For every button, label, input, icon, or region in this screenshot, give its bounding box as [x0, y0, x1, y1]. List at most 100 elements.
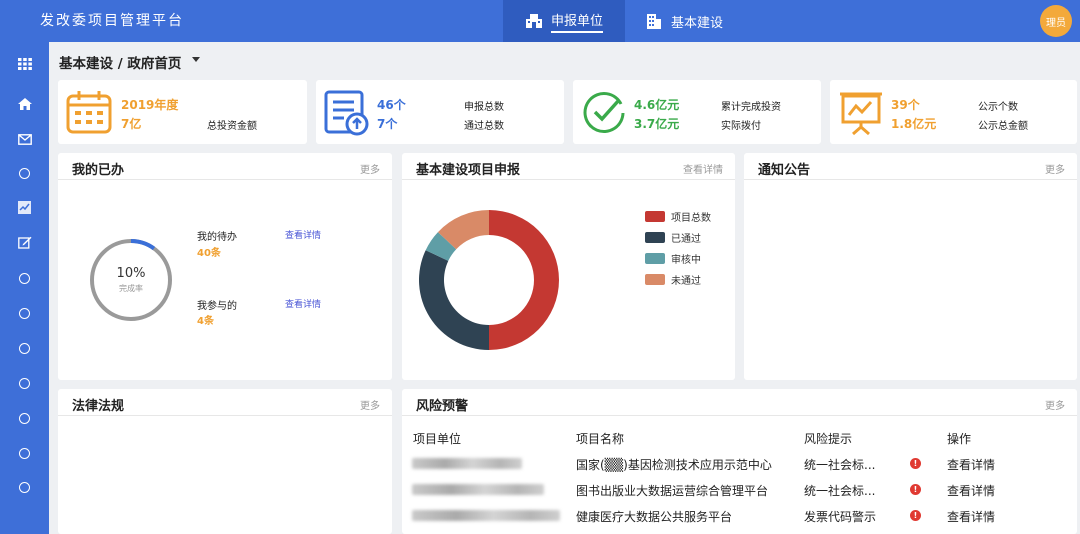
circle-icon — [19, 377, 30, 389]
edit-icon — [17, 234, 32, 253]
circle-icon — [19, 412, 30, 424]
top-bar: 发改委项目管理平台 申报单位 基本建设 理员 — [0, 0, 1080, 42]
stat-card-applications: 46个 7个 申报总数 通过总数 — [316, 80, 564, 144]
panel-title: 法律法规 — [72, 399, 125, 414]
involved-label: 我参与的 — [197, 301, 237, 312]
stat-label-2: 实际拨付 — [721, 121, 761, 132]
view-detail-link[interactable]: 查看详情 — [947, 508, 995, 525]
sidebar-item-circle-6[interactable] — [0, 401, 49, 435]
avatar[interactable]: 理员 — [1040, 5, 1072, 37]
legend-item[interactable]: 已通过 — [645, 230, 701, 245]
donut-slice-1[interactable] — [489, 210, 559, 350]
todo-label: 我的待办 — [197, 232, 237, 243]
risk-hint: 发票代码警示 — [804, 510, 877, 524]
warning-icon: ! — [910, 458, 921, 469]
sidebar-item-circle-4[interactable] — [0, 331, 49, 365]
legend-item[interactable]: 未通过 — [645, 272, 701, 287]
stat-value-2: 7个 — [377, 117, 398, 131]
legend-swatch — [645, 274, 665, 285]
column-header: 项目单位 — [413, 432, 462, 446]
sidebar-item-circle-7[interactable] — [0, 436, 49, 470]
sidebar-item-apps[interactable] — [0, 47, 49, 81]
sidebar-item-mail[interactable] — [0, 122, 49, 156]
more-link[interactable]: 更多 — [1045, 161, 1065, 176]
involved-detail-link[interactable]: 查看详情 — [285, 297, 321, 310]
presentation-chart-icon — [838, 90, 884, 140]
legend-swatch — [645, 232, 665, 243]
circle-icon — [19, 447, 30, 459]
chart-icon — [18, 199, 31, 218]
legend-item[interactable]: 项目总数 — [645, 209, 711, 224]
stat-label-2: 通过总数 — [464, 121, 504, 132]
stat-card-funds: 4.6亿元 3.7亿元 累计完成投资 实际拨付 — [573, 80, 821, 144]
legend-item[interactable]: 审核中 — [645, 251, 701, 266]
project-name: 国家(▒▒)基因检测技术应用示范中心 — [576, 458, 772, 472]
divider — [58, 179, 392, 180]
stat-value-2: 3.7亿元 — [634, 117, 680, 131]
sidebar-item-chart[interactable] — [0, 191, 49, 225]
sidebar-item-circle-1[interactable] — [0, 156, 49, 190]
legend-label: 项目总数 — [671, 213, 711, 224]
redacted-unit — [412, 458, 522, 469]
divider — [744, 179, 1077, 180]
stat-value-1: 4.6亿元 — [634, 98, 680, 112]
sidebar-item-circle-8[interactable] — [0, 470, 49, 504]
column-header: 项目名称 — [576, 432, 625, 446]
more-link[interactable]: 更多 — [360, 397, 380, 412]
stat-value-1: 39个 — [891, 98, 920, 112]
more-link[interactable]: 更多 — [1045, 397, 1065, 412]
office-building-icon — [645, 12, 663, 30]
check-circle-icon — [581, 90, 627, 140]
stat-value-1: 46个 — [377, 98, 406, 112]
sidebar-item-circle-2[interactable] — [0, 261, 49, 295]
tab-construction[interactable]: 基本建设 — [645, 0, 723, 42]
sidebar-item-edit[interactable] — [0, 226, 49, 260]
redacted-unit — [412, 510, 560, 521]
warning-icon: ! — [910, 510, 921, 521]
stat-label-2: 总投资金额 — [207, 121, 257, 132]
legend-swatch — [645, 253, 665, 264]
stat-value-2: 1.8亿元 — [891, 117, 937, 131]
stat-value-2: 7亿 — [121, 117, 142, 131]
mail-icon — [17, 130, 32, 149]
donut-slice-2[interactable] — [419, 250, 489, 350]
more-link[interactable]: 查看详情 — [683, 161, 723, 176]
legend-label: 审核中 — [671, 255, 701, 266]
panel-title: 风险预警 — [416, 399, 469, 414]
calendar-icon — [66, 90, 112, 138]
panel-title: 通知公告 — [758, 163, 811, 178]
risk-hint: 统一社会标... — [804, 458, 876, 472]
stat-label-1: 累计完成投资 — [721, 102, 781, 113]
panel-notice: 通知公告 更多 — [744, 153, 1077, 380]
sidebar-item-circle-5[interactable] — [0, 366, 49, 400]
document-upload-icon — [324, 90, 370, 140]
panel-my-done: 我的已办 更多 10% 完成率 我的待办 40条 查看详情 我参与的 4条 查看… — [58, 153, 392, 380]
legend-label: 未通过 — [671, 276, 701, 287]
brand-title: 发改委项目管理平台 — [40, 13, 184, 29]
breadcrumb[interactable]: 基本建设 / 政府首页 — [59, 52, 181, 72]
stat-label-1: 申报总数 — [464, 102, 504, 113]
caret-down-icon[interactable] — [192, 57, 200, 62]
redacted-unit — [412, 484, 544, 495]
stat-card-publicity: 39个 1.8亿元 公示个数 公示总金额 — [830, 80, 1077, 144]
stat-label-1: 公示个数 — [978, 102, 1018, 113]
view-detail-link[interactable]: 查看详情 — [947, 456, 995, 473]
sidebar-item-home[interactable] — [0, 87, 49, 121]
stat-label-2: 公示总金额 — [978, 121, 1028, 132]
sidebar-item-circle-3[interactable] — [0, 296, 49, 330]
completion-percent: 10% — [116, 266, 146, 281]
divider — [402, 415, 1077, 416]
breadcrumb-bar: 基本建设 / 政府首页 — [49, 45, 1080, 77]
tab-applicant[interactable]: 申报单位 — [503, 0, 625, 42]
circle-icon — [19, 342, 30, 354]
todo-detail-link[interactable]: 查看详情 — [285, 228, 321, 241]
panel-project-declaration: 基本建设项目申报 查看详情 项目总数 已通过 审核中 未通过 — [402, 153, 735, 380]
panel-title: 我的已办 — [72, 163, 125, 178]
stat-value-1: 2019年度 — [121, 98, 179, 112]
risk-hint: 统一社会标... — [804, 484, 876, 498]
sidebar — [0, 42, 49, 534]
more-link[interactable]: 更多 — [360, 161, 380, 176]
view-detail-link[interactable]: 查看详情 — [947, 482, 995, 499]
project-name: 健康医疗大数据公共服务平台 — [576, 510, 733, 524]
building-icon — [525, 13, 543, 29]
